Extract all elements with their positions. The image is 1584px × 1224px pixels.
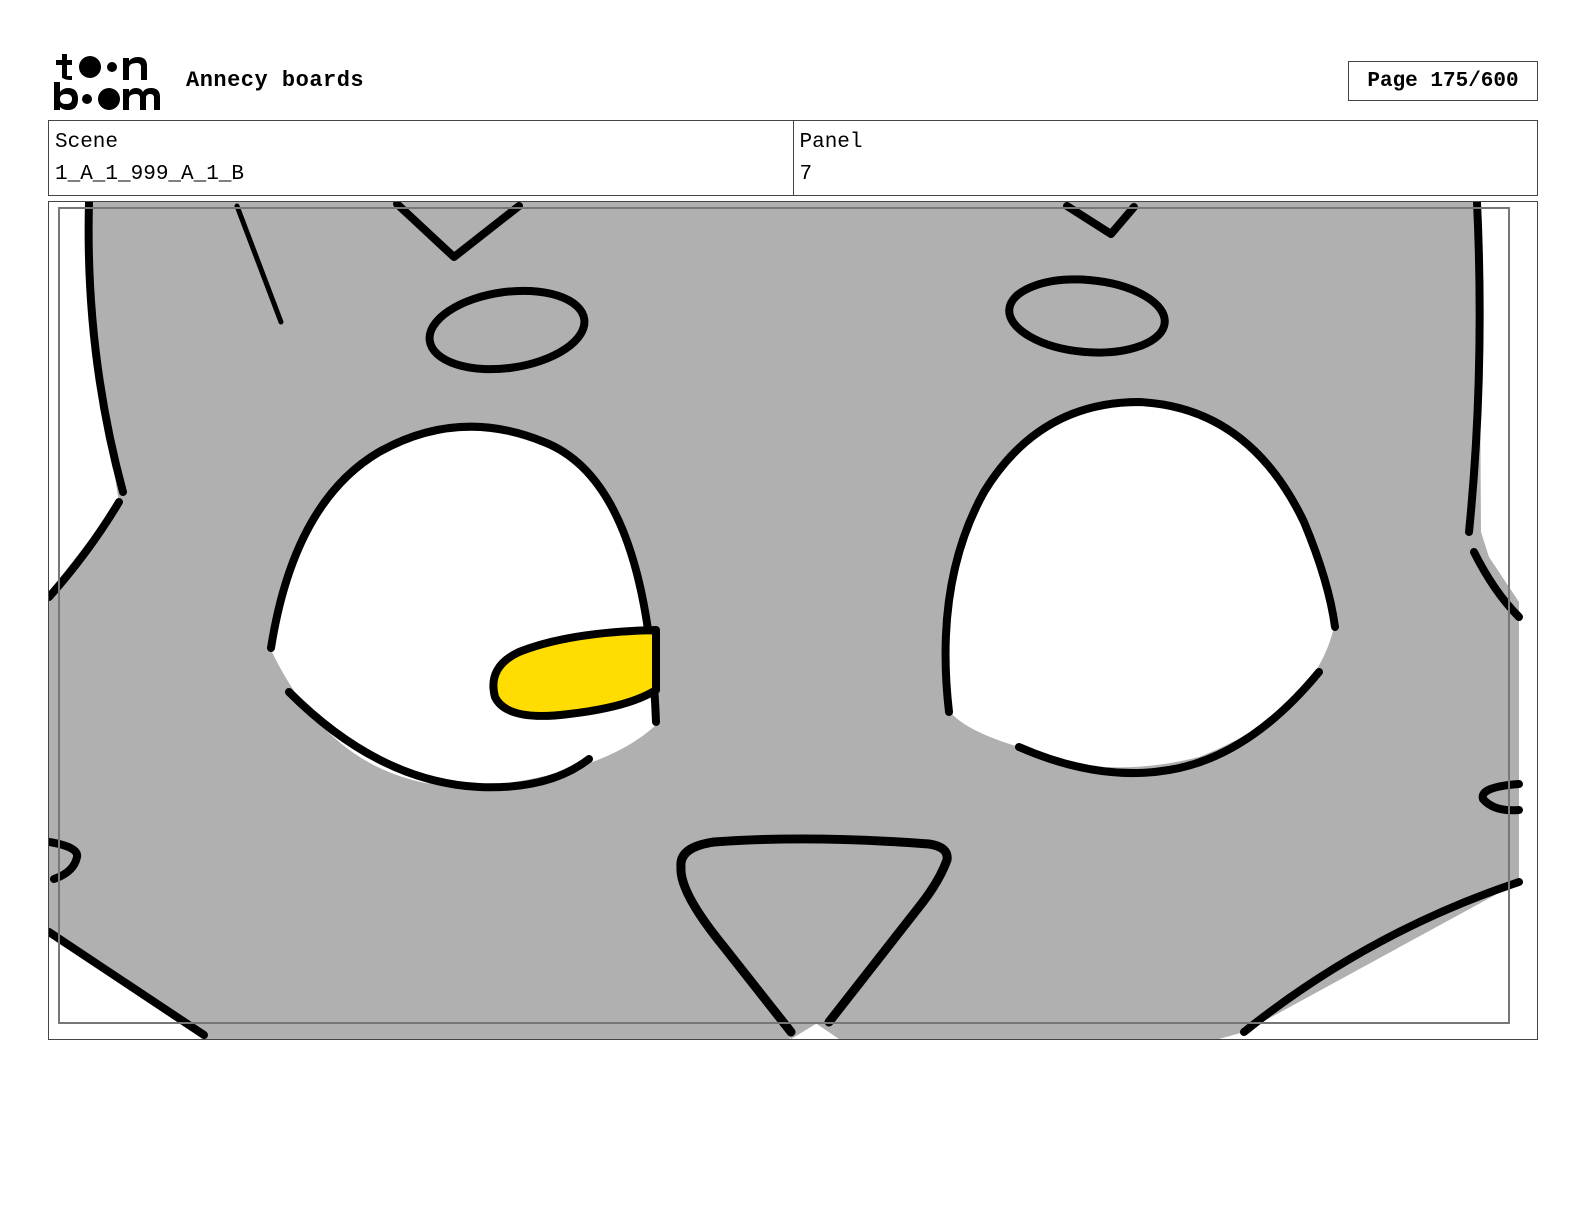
scene-panel-info: Scene 1_A_1_999_A_1_B Panel 7 (48, 120, 1538, 196)
toon-boom-logo (54, 54, 160, 110)
scene-cell: Scene 1_A_1_999_A_1_B (49, 121, 793, 195)
panel-label: Panel (799, 131, 863, 154)
document-title: Annecy boards (186, 68, 365, 93)
panel-drawing (49, 202, 1537, 1039)
panel-value: 7 (799, 163, 813, 186)
storyboard-panel (48, 201, 1538, 1040)
panel-cell: Panel 7 (792, 121, 1538, 195)
scene-value: 1_A_1_999_A_1_B (55, 163, 245, 186)
page-indicator: Page 175/600 (1348, 61, 1538, 101)
scene-label: Scene (55, 131, 119, 154)
